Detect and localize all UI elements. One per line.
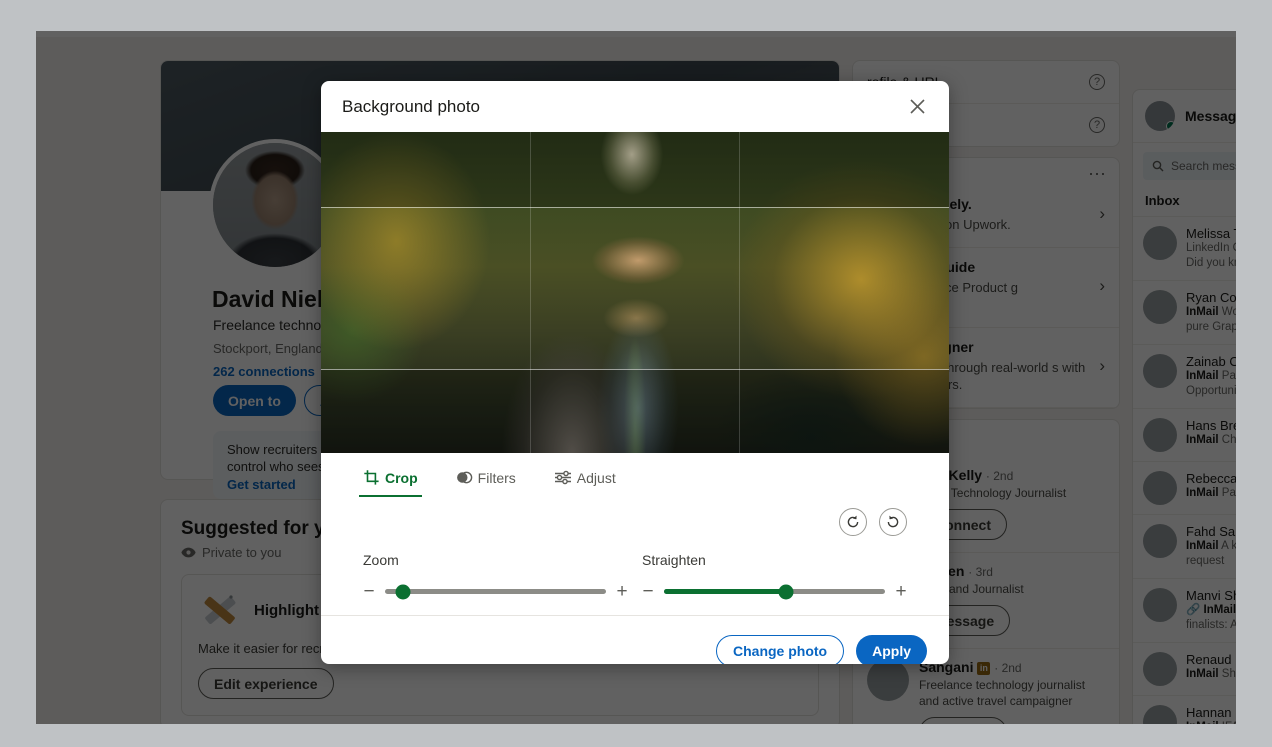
- change-photo-button[interactable]: Change photo: [716, 635, 845, 664]
- zoom-decrease-button[interactable]: −: [363, 582, 375, 601]
- zoom-increase-button[interactable]: +: [616, 582, 628, 601]
- tab-crop[interactable]: Crop: [359, 469, 422, 497]
- tab-crop-label: Crop: [385, 469, 418, 486]
- editor-tabs: Crop Filters Adjust: [321, 453, 949, 497]
- straighten-slider[interactable]: [664, 584, 885, 599]
- dialog-title: Background photo: [342, 96, 480, 116]
- apply-button[interactable]: Apply: [856, 635, 927, 664]
- straighten-slider-row: − +: [642, 582, 907, 601]
- adjust-icon: [554, 469, 572, 486]
- close-icon[interactable]: [903, 93, 931, 121]
- zoom-control: Zoom − +: [363, 552, 628, 601]
- straighten-slider-handle[interactable]: [778, 584, 794, 599]
- rotate-clockwise-icon[interactable]: [879, 508, 907, 536]
- straighten-label: Straighten: [642, 552, 706, 568]
- straighten-slider-fill: [664, 589, 786, 594]
- dialog-footer: Change photo Apply: [321, 615, 949, 664]
- slider-controls: Zoom − + Straighten − +: [321, 536, 949, 601]
- screen: David Nield Freelance technology jo Stoc…: [0, 0, 1272, 747]
- photo-preview[interactable]: [321, 132, 949, 453]
- tab-filters[interactable]: Filters: [456, 469, 516, 497]
- rotate-controls: [321, 497, 949, 536]
- filters-icon: [456, 469, 473, 486]
- tab-filters-label: Filters: [477, 469, 516, 486]
- dialog-header: Background photo: [321, 81, 949, 132]
- zoom-slider-row: − +: [363, 582, 628, 601]
- straighten-decrease-button[interactable]: −: [642, 582, 654, 601]
- crop-icon: [363, 469, 380, 486]
- rotate-counterclockwise-icon[interactable]: [839, 508, 867, 536]
- zoom-slider[interactable]: [385, 584, 606, 599]
- tab-adjust[interactable]: Adjust: [554, 469, 616, 497]
- background-photo-image: [321, 132, 949, 453]
- tab-adjust-label: Adjust: [576, 469, 616, 486]
- zoom-label: Zoom: [363, 552, 399, 568]
- straighten-control: Straighten − +: [642, 552, 907, 601]
- zoom-slider-handle[interactable]: [395, 584, 411, 599]
- background-photo-dialog: Background photo Crop Filters Adjust Zoo…: [321, 81, 949, 664]
- straighten-increase-button[interactable]: +: [895, 582, 907, 601]
